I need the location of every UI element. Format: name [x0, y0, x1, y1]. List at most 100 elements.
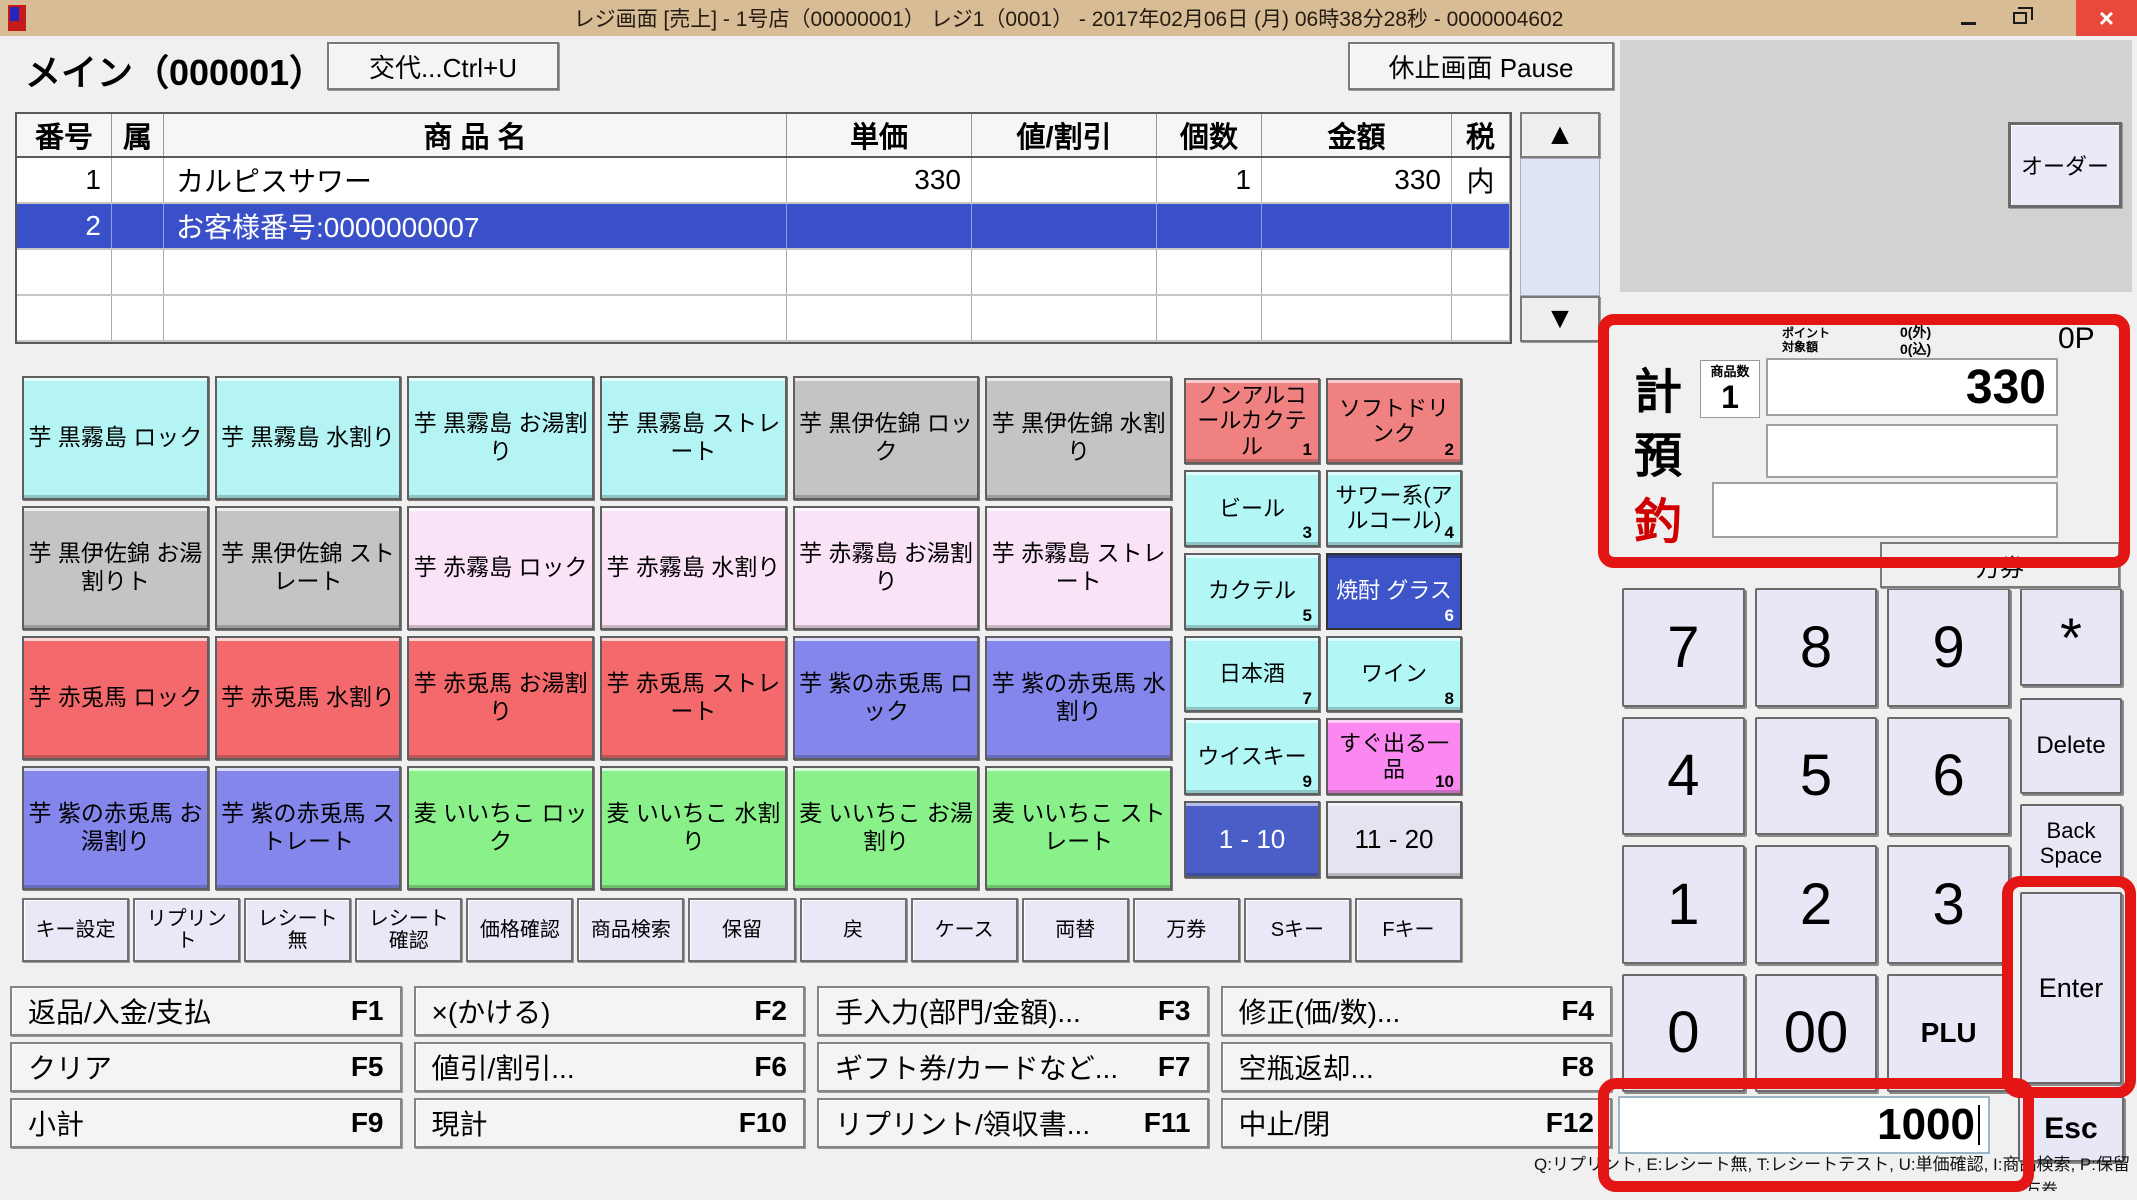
utility-button[interactable]: 両替 [1022, 898, 1129, 962]
table-row[interactable]: 2お客様番号:0000000007 [17, 204, 1510, 250]
category-button[interactable]: 1 - 10 [1184, 801, 1320, 878]
utility-button[interactable]: Sキー [1244, 898, 1351, 962]
utility-button[interactable]: 保留 [688, 898, 795, 962]
minimize-button[interactable] [1946, 0, 1990, 36]
function-key-button[interactable]: 小計F9 [10, 1098, 402, 1148]
table-cell-no: 2 [17, 204, 112, 248]
product-button[interactable]: 芋 紫の赤兎馬 ロック [793, 636, 980, 760]
delete-key[interactable]: Delete [2020, 698, 2122, 794]
category-button[interactable]: カクテル5 [1184, 553, 1320, 630]
category-button[interactable]: 日本酒7 [1184, 636, 1320, 713]
utility-button[interactable]: Fキー [1355, 898, 1462, 962]
category-button[interactable]: ビール3 [1184, 470, 1320, 547]
scroll-down-button[interactable]: ▼ [1520, 296, 1600, 342]
scroll-up-button[interactable]: ▲ [1520, 112, 1600, 158]
table-row[interactable] [17, 296, 1510, 342]
restore-button[interactable] [1996, 0, 2044, 36]
swap-button[interactable]: 交代...Ctrl+U [327, 42, 559, 90]
category-button[interactable]: ソフトドリンク2 [1326, 378, 1462, 464]
numpad-key-6[interactable]: 6 [1887, 717, 2010, 836]
numpad-key-1[interactable]: 1 [1622, 845, 1745, 964]
utility-button[interactable]: 価格確認 [466, 898, 573, 962]
numpad-key-9[interactable]: 9 [1887, 588, 2010, 707]
utility-button[interactable]: キー設定 [22, 898, 129, 962]
product-button[interactable]: 芋 赤兎馬 ストレート [600, 636, 787, 760]
category-button[interactable]: すぐ出る一品10 [1326, 718, 1462, 795]
product-button[interactable]: 芋 紫の赤兎馬 お湯割り [22, 766, 209, 890]
category-button[interactable]: ノンアルコールカクテル1 [1184, 378, 1320, 464]
category-button[interactable]: 11 - 20 [1326, 801, 1462, 878]
function-key-button[interactable]: ギフト券/カードなど...F7 [817, 1042, 1209, 1092]
scroll-track[interactable] [1520, 158, 1600, 296]
product-button[interactable]: 芋 黒伊佐錦 お湯割りト [22, 506, 209, 630]
product-button[interactable]: 芋 赤兎馬 お湯割り [407, 636, 594, 760]
product-button[interactable]: 芋 赤兎馬 ロック [22, 636, 209, 760]
utility-button[interactable]: 商品検索 [577, 898, 684, 962]
product-button[interactable]: 芋 紫の赤兎馬 ストレート [215, 766, 402, 890]
function-key-button[interactable]: クリアF5 [10, 1042, 402, 1092]
table-row[interactable] [17, 250, 1510, 296]
product-button[interactable]: 麦 いいちこ お湯割り [793, 766, 980, 890]
category-label: 11 - 20 [1354, 825, 1433, 855]
utility-button[interactable]: 万券 [1133, 898, 1240, 962]
product-button[interactable]: 芋 黒霧島 ロック [22, 376, 209, 500]
table-cell-amount: 330 [1262, 158, 1452, 202]
numpad-key-5[interactable]: 5 [1755, 717, 1878, 836]
product-button[interactable]: 麦 いいちこ ロック [407, 766, 594, 890]
function-key-button[interactable]: 修正(価/数)...F4 [1221, 986, 1613, 1036]
product-button[interactable]: 芋 黒霧島 水割り [215, 376, 402, 500]
numpad-key-4[interactable]: 4 [1622, 717, 1745, 836]
product-button[interactable]: 芋 赤霧島 水割り [600, 506, 787, 630]
function-key-button[interactable]: 値引/割引...F6 [414, 1042, 806, 1092]
numpad-key-PLU[interactable]: PLU [1887, 974, 2010, 1093]
product-button[interactable]: 麦 いいちこ ストレート [985, 766, 1172, 890]
numpad-key-0[interactable]: 0 [1622, 974, 1745, 1093]
category-button[interactable]: 焼酎 グラス6 [1326, 553, 1462, 630]
table-row[interactable]: 1カルピスサワー3301330内 [17, 158, 1510, 204]
backspace-key[interactable]: Back Space [2020, 804, 2122, 882]
pause-screen-button[interactable]: 休止画面 Pause [1348, 42, 1614, 90]
utility-button[interactable]: ケース [911, 898, 1018, 962]
numpad-key-8[interactable]: 8 [1755, 588, 1878, 707]
numpad-key-7[interactable]: 7 [1622, 588, 1745, 707]
product-button[interactable]: 芋 赤霧島 お湯割り [793, 506, 980, 630]
numpad-key-2[interactable]: 2 [1755, 845, 1878, 964]
numpad-key-3[interactable]: 3 [1887, 845, 2010, 964]
function-key-button[interactable]: 中止/閉F12 [1221, 1098, 1613, 1148]
function-key-button[interactable]: ×(かける)F2 [414, 986, 806, 1036]
deposit-field [1766, 424, 2058, 478]
category-button[interactable]: ワイン8 [1326, 636, 1462, 713]
function-key-button[interactable]: 返品/入金/支払F1 [10, 986, 402, 1036]
table-header-cell: 値/割引 [972, 114, 1157, 156]
point-target-label-line2: 対象額 [1782, 340, 1830, 354]
product-grid: 芋 黒霧島 ロック芋 黒霧島 水割り芋 黒霧島 お湯割り芋 黒霧島 ストレート芋… [22, 376, 1172, 890]
function-key-button[interactable]: 空瓶返却...F8 [1221, 1042, 1613, 1092]
product-button[interactable]: 芋 黒伊佐錦 水割り [985, 376, 1172, 500]
enter-key[interactable]: Enter [2020, 892, 2122, 1084]
utility-button[interactable]: レシート無 [244, 898, 351, 962]
close-button[interactable]: × [2076, 0, 2137, 36]
product-button[interactable]: 芋 赤霧島 ストレート [985, 506, 1172, 630]
product-button[interactable]: 芋 黒伊佐錦 ロック [793, 376, 980, 500]
function-key-button[interactable]: リプリント/領収書...F11 [817, 1098, 1209, 1148]
function-key-button[interactable]: 現計F10 [414, 1098, 806, 1148]
product-button[interactable]: 麦 いいちこ 水割り [600, 766, 787, 890]
product-button[interactable]: 芋 赤霧島 ロック [407, 506, 594, 630]
utility-button[interactable]: 戻 [800, 898, 907, 962]
product-button[interactable]: 芋 紫の赤兎馬 水割り [985, 636, 1172, 760]
category-button[interactable]: ウイスキー9 [1184, 718, 1320, 795]
product-button[interactable]: 芋 黒霧島 ストレート [600, 376, 787, 500]
category-button[interactable]: サワー系(アルコール)4 [1326, 470, 1462, 547]
product-button[interactable]: 芋 黒霧島 お湯割り [407, 376, 594, 500]
utility-button[interactable]: リプリント [133, 898, 240, 962]
manken-button[interactable]: 万券 [1880, 542, 2120, 588]
utility-button[interactable]: レシート確認 [355, 898, 462, 962]
product-button[interactable]: 芋 黒伊佐錦 ストレート [215, 506, 402, 630]
numpad-key-star[interactable]: * [2020, 588, 2122, 686]
product-button[interactable]: 芋 赤兎馬 水割り [215, 636, 402, 760]
amount-entry-field[interactable]: 1000 [1618, 1096, 1990, 1154]
order-button[interactable]: オーダー [2008, 122, 2122, 208]
function-key-button[interactable]: 手入力(部門/金額)...F3 [817, 986, 1209, 1036]
table-header-cell: 属 [112, 114, 164, 156]
numpad-key-00[interactable]: 00 [1755, 974, 1878, 1093]
